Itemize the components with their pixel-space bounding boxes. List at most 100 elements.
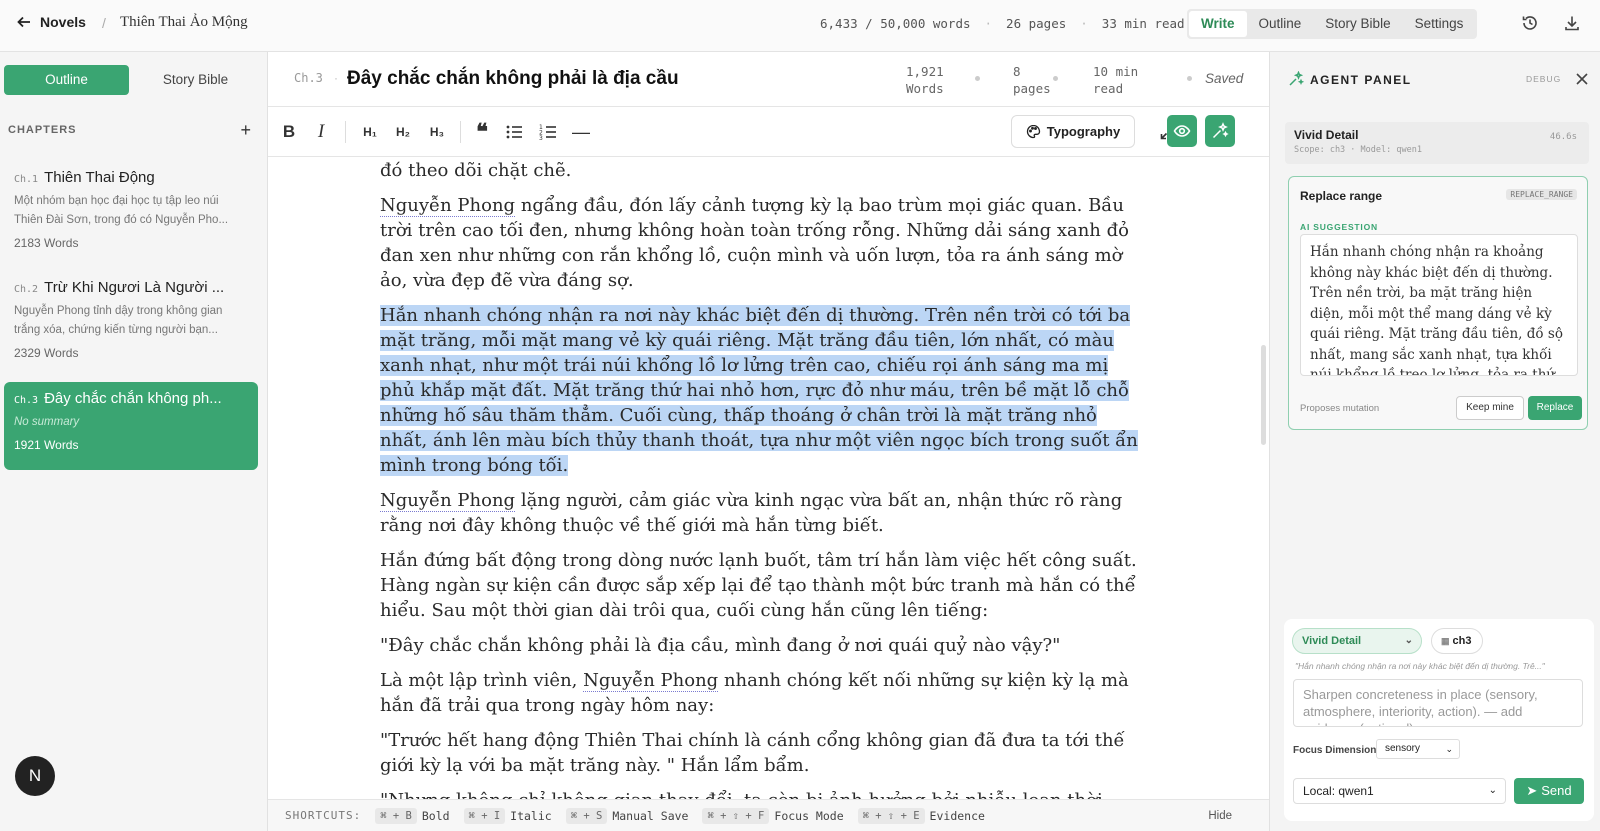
run-scope: Scope: ch3 · Model: qwen1 [1294,145,1422,155]
chapter-number: Ch.3 [14,395,39,406]
eye-icon [1173,125,1191,137]
model-select[interactable]: Local: qwen1 ⌄ [1293,778,1506,804]
bold-icon[interactable]: B [279,121,299,143]
page-count: 26 pages [1006,16,1067,31]
shortcuts-label: SHORTCUTS: [285,809,362,822]
book-stats: 6,433 / 50,000 words · 26 pages · 33 min… [820,16,1185,31]
shortcuts-bar: SHORTCUTS: ⌘ + B Bold ⌘ + I Italic ⌘ + S Ma… [268,799,1269,831]
agent-run-card[interactable]: Vivid Detail Scope: ch3 · Model: qwen1 4… [1285,122,1589,164]
sparkle-icon [1289,71,1304,86]
suggestion-type-badge: REPLACE_RANGE [1506,189,1577,200]
character-mention[interactable]: Nguyễn Phong [583,670,719,692]
paragraph[interactable]: "Trước hết hang động Thiên Thai chính là… [380,728,1140,778]
editor-scrollbar[interactable] [1261,345,1266,445]
paragraph[interactable]: Là một lập trình viên, Nguyễn Phong nhan… [380,668,1140,718]
tab-write[interactable]: Write [1189,11,1247,37]
shortcut-item: ⌘ + I Italic [463,807,552,824]
shortcut-item: ⌘ + ⇧ + E Evidence [857,807,985,824]
chapter-read-stat: 10 min read [1093,64,1139,96]
paragraph[interactable]: Nguyễn Phong ngẩng đầu, đón lấy cảnh tượ… [380,193,1140,293]
chapter-title: Đây chắc chắn không ph... [44,390,222,407]
typography-label: Typography [1046,124,1121,139]
chevron-down-icon: ⌄ [1488,785,1497,796]
typography-button[interactable]: Typography [1011,115,1135,148]
palette-icon [1026,124,1040,139]
suggestion-title: Replace range [1300,189,1383,203]
chapter-number: Ch.2 [14,284,39,295]
chapter-page-stat: 8 pages [1013,64,1051,96]
replace-button[interactable]: Replace [1528,396,1582,420]
back-label: Novels [40,14,86,30]
arrow-left-icon [17,16,30,28]
send-icon: ➤ [1526,783,1538,798]
paragraph-selected[interactable]: Hắn nhanh chóng nhận ra nơi này khác biệ… [380,303,1140,478]
suggestion-card: Replace range REPLACE_RANGE AI SUGGESTIO… [1288,176,1588,430]
scope-icon: ▦ [1441,636,1450,646]
format-toolbar: B I H₁ H₂ H₃ ❝ 123 — Typography [268,107,1269,157]
sparkle-icon [1212,122,1229,139]
heading-2-icon[interactable]: H₂ [392,121,414,143]
history-icon[interactable] [1521,14,1539,32]
read-time: 33 min read [1101,16,1185,31]
tab-outline[interactable]: Outline [1247,11,1314,37]
chapter-prose[interactable]: Mọi thứ diễn ra quá nhanh, hắn không thể… [380,157,1140,799]
character-mention[interactable]: Nguyễn Phong [380,490,516,512]
preview-toggle-button[interactable] [1167,115,1197,147]
shortcut-item: ⌘ + ⇧ + F Focus Mode [702,807,844,824]
sidebar-tab-story-bible[interactable]: Story Bible [133,65,258,95]
chapter-summary: Một nhóm bạn học đại học tụ tập leo núi … [14,195,229,226]
chapter-word-count: 1921 Words [14,438,79,452]
chapters-heading: CHAPTERS [8,124,77,136]
guidance-input[interactable]: Sharpen concreteness in place (sensory, … [1293,679,1583,727]
chevron-down-icon: ⌄ [1404,635,1413,646]
sidebar-tab-outline[interactable]: Outline [4,65,129,95]
paragraph[interactable]: "Nhưng không chỉ không gian thay đổi, ta… [380,788,1140,799]
chapter-summary: Nguyễn Phong tỉnh dậy trong không gian t… [14,305,223,336]
chapter-summary: No summary [14,416,80,428]
agent-composer: Vivid Detail ⌄ ▦ ch3 "Hắn nhanh chóng nhận… [1284,619,1594,821]
blockquote-icon[interactable]: ❝ [471,121,493,143]
avatar[interactable]: N [15,756,55,796]
italic-icon[interactable]: I [311,121,331,143]
ai-suggestion-label: AI SUGGESTION [1300,222,1378,232]
sidebar-tabs: Outline Story Bible [4,65,258,95]
paragraph[interactable]: Mọi thứ diễn ra quá nhanh, hắn không thể… [380,157,1140,183]
paragraph[interactable]: Hắn đứng bất động trong dòng nước lạnh b… [380,548,1140,623]
tab-story-bible[interactable]: Story Bible [1313,11,1402,37]
proposes-mutation-label: Proposes mutation [1300,403,1380,414]
heading-3-icon[interactable]: H₃ [426,121,448,143]
selected-text[interactable]: Hắn nhanh chóng nhận ra nơi này khác biệ… [380,305,1138,476]
editor-document[interactable]: Mọi thứ diễn ra quá nhanh, hắn không thể… [268,157,1269,799]
tab-settings[interactable]: Settings [1403,11,1476,37]
focus-dimension-label: Focus Dimension [1293,745,1377,756]
hide-shortcuts-button[interactable]: Hide [1208,810,1232,822]
chapter-title[interactable]: Đây chắc chắn không phải là địa cầu [347,68,679,90]
character-mention[interactable]: Nguyễn Phong [380,195,516,217]
focus-dimension-select[interactable]: sensory ⌄ [1376,739,1460,759]
horizontal-rule-icon[interactable]: — [571,121,591,143]
close-icon[interactable] [1575,72,1589,86]
paragraph[interactable]: "Đây chắc chắn không phải là địa cầu, mì… [380,633,1140,658]
heading-1-icon[interactable]: H₁ [359,121,381,143]
agent-mode-select[interactable]: Vivid Detail ⌄ [1292,628,1422,654]
scope-chip[interactable]: ▦ ch3 [1431,628,1483,654]
keep-mine-button[interactable]: Keep mine [1456,396,1524,420]
top-bar: Novels / Thiên Thai Ảo Mộng 6,433 / 50,0… [0,0,1600,52]
debug-toggle[interactable]: DEBUG [1526,74,1561,84]
bullet-list-icon[interactable] [504,122,524,142]
add-chapter-icon[interactable]: + [240,121,252,139]
agent-panel-header: AGENT PANEL DEBUG [1270,52,1600,107]
ai-assist-button[interactable] [1205,115,1235,147]
download-icon[interactable] [1563,14,1581,32]
send-button[interactable]: ➤ Send [1514,778,1584,804]
suggestion-text[interactable]: Hắn nhanh chóng nhận ra khoảng không này… [1300,234,1578,376]
numbered-list-icon[interactable]: 123 [538,122,558,142]
selection-quote: "Hắn nhanh chóng nhận ra nơi này khác bi… [1295,661,1545,671]
chapter-item[interactable]: Ch.2 Trừ Khi Ngươi Là Người ... Nguyễn Ph… [4,271,258,368]
chapter-item-active[interactable]: Ch.3 Đây chắc chắn không ph... No summary… [4,382,258,470]
paragraph[interactable]: Nguyễn Phong lặng người, cảm giác vừa ki… [380,488,1140,538]
shortcut-item: ⌘ + B Bold [375,807,450,824]
chapter-item[interactable]: Ch.1 Thiên Thai Động Một nhóm bạn học đại… [4,161,258,258]
back-to-novels-button[interactable]: Novels [16,14,86,30]
chapter-number: Ch.3 [294,71,323,85]
